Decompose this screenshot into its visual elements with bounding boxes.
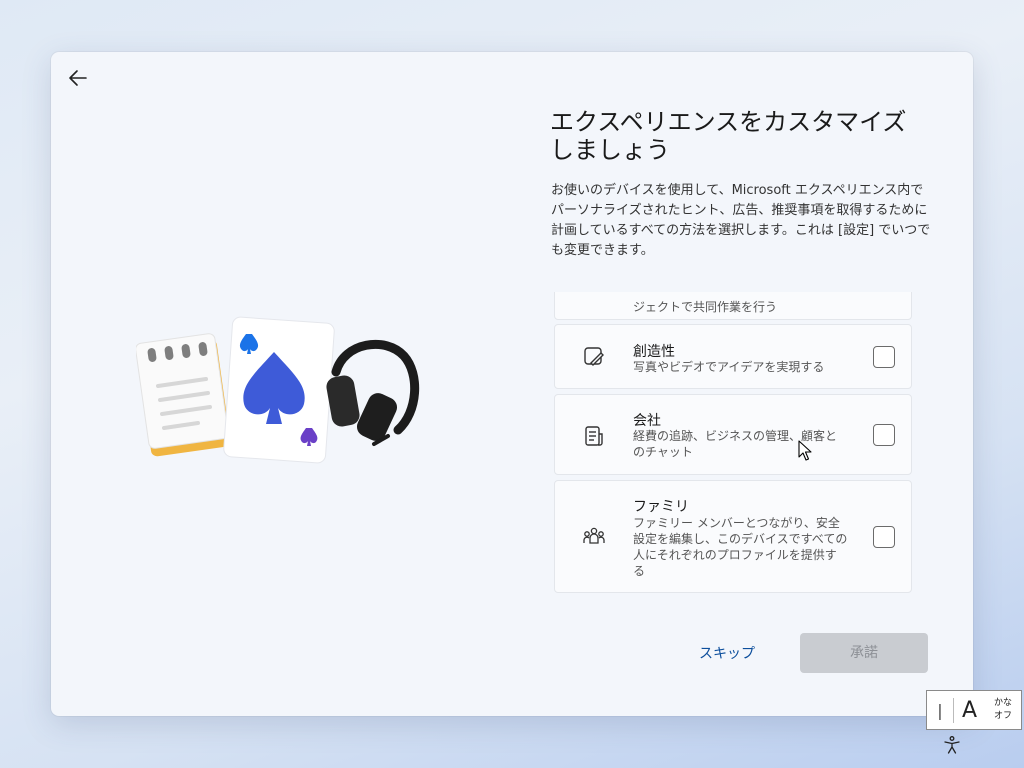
skip-button[interactable]: スキップ	[691, 642, 763, 666]
text-cursor-icon: |	[937, 700, 943, 720]
personalization-illustration	[136, 316, 420, 464]
ime-kana-line1: かな	[993, 698, 1012, 708]
mouse-pointer-icon	[798, 440, 812, 461]
page-description: お使いのデバイスを使用して、Microsoft エクスペリエンス内でパーソナライ…	[551, 183, 931, 258]
option-card-creativity[interactable]: 創造性 写真やビデオでアイデアを実現する	[554, 324, 912, 389]
option-card-collaboration[interactable]: ジェクトで共同作業を行う	[554, 292, 912, 320]
oobe-window: エクスペリエンスをカスタマイズしましょう お使いのデバイスを使用して、Micro…	[51, 52, 973, 716]
back-arrow-icon	[69, 70, 87, 86]
family-icon	[583, 527, 605, 544]
accessibility-icon[interactable]	[942, 735, 962, 755]
creativity-icon	[584, 347, 604, 366]
option-description: 写真やビデオでアイデアを実現する	[633, 360, 825, 374]
family-checkbox[interactable]	[873, 526, 895, 548]
headphones-icon	[326, 339, 420, 446]
option-title: ファミリ	[633, 499, 689, 515]
accept-button[interactable]: 承諾	[800, 633, 928, 673]
ime-mode-char: A	[953, 697, 985, 723]
options-list[interactable]: ジェクトで共同作業を行う 創造性 写真やビデオでアイデアを実現する 会社 経費の…	[554, 292, 912, 594]
ime-mode-indicator[interactable]: | A かな オフ	[926, 690, 1022, 730]
back-button[interactable]	[63, 64, 93, 92]
page-title: エクスペリエンスをカスタマイズしましょう	[550, 108, 907, 164]
option-card-family[interactable]: ファミリ ファミリー メンバーとつながり、安全設定を編集し、このデバイスですべて…	[554, 480, 912, 593]
ime-kana-line2: オフ	[993, 711, 1012, 721]
spade-card-icon	[223, 316, 335, 464]
option-description: ジェクトで共同作業を行う	[633, 300, 778, 314]
option-title: 会社	[633, 413, 661, 429]
notepad-icon	[136, 333, 231, 457]
ime-kana-status: かな オフ	[985, 697, 1021, 723]
option-description: ファミリー メンバーとつながり、安全設定を編集し、このデバイスですべての人にそれ…	[633, 516, 848, 578]
business-icon	[585, 426, 603, 446]
option-description: 経費の追跡、ビジネスの管理、顧客とのチャット	[633, 429, 838, 459]
business-checkbox[interactable]	[873, 424, 895, 446]
creativity-checkbox[interactable]	[873, 346, 895, 368]
option-title: 創造性	[633, 344, 675, 360]
option-card-business[interactable]: 会社 経費の追跡、ビジネスの管理、顧客とのチャット	[554, 394, 912, 475]
